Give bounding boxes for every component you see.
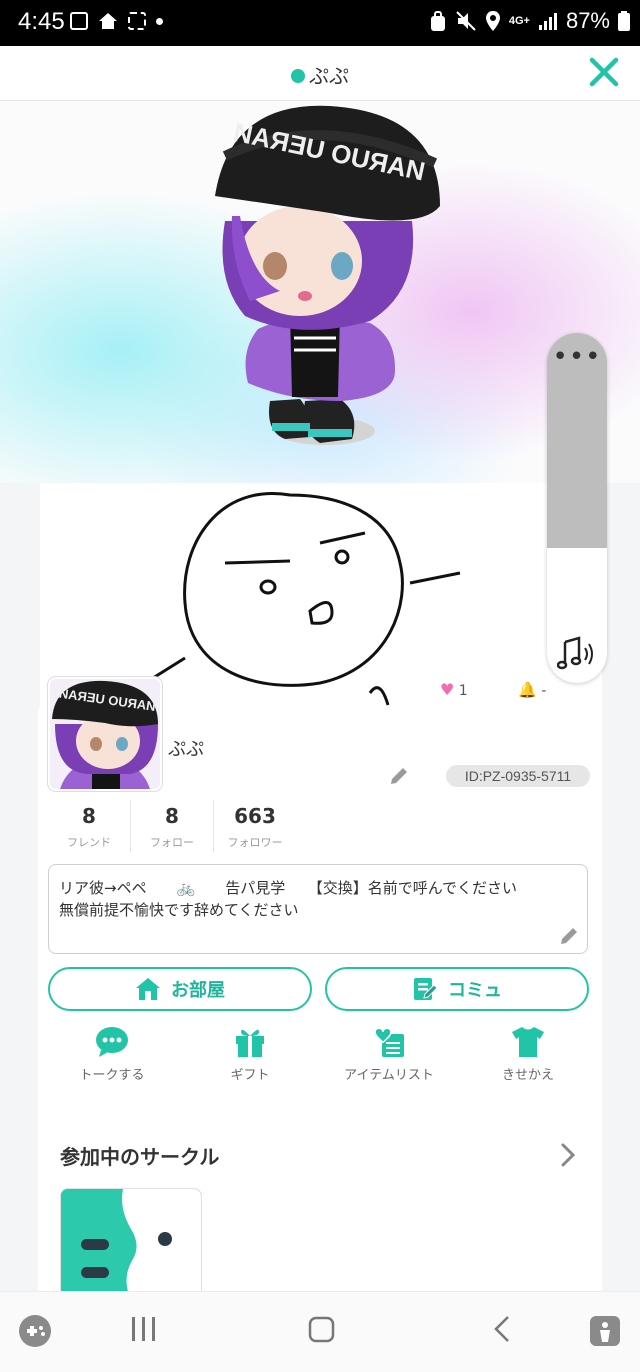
stat-friends[interactable]: 8 フレンド <box>58 804 120 850</box>
heart-icon[interactable]: ♥ <box>440 680 454 699</box>
header-bar: ぷぷ <box>0 46 640 101</box>
bio-line-1: リア彼→ペペ 🚲 告パ見学 【交換】名前で呼んでください <box>59 879 517 897</box>
network-type: 4G+ <box>508 14 530 27</box>
following-label: フォロー <box>150 836 194 849</box>
stat-divider <box>130 800 131 852</box>
chat-icon <box>96 1027 128 1057</box>
status-time: 4:45 <box>18 8 65 35</box>
avatar-character-illustration: NAЯƎU OUЯAN <box>215 105 440 445</box>
bio-line-2: 無償前提不愉快です辞めてください <box>59 901 299 919</box>
status-bar: 4:45 4G+ 87% <box>0 0 640 46</box>
edit-bio-pencil-icon[interactable] <box>558 925 580 947</box>
community-button-label: コミュ <box>448 980 502 1001</box>
edit-name-pencil-icon[interactable] <box>388 765 410 787</box>
more-notifications-icon <box>156 17 163 25</box>
header-title: ぷぷ <box>309 64 349 88</box>
circle-logo-illustration <box>61 1189 201 1299</box>
house-icon <box>136 978 160 1000</box>
accessibility-icon[interactable] <box>588 1314 622 1348</box>
battery-percent: 87% <box>565 8 610 33</box>
gift-action-label: ギフト <box>230 1068 270 1083</box>
circle-card[interactable] <box>60 1188 202 1300</box>
screenshot-icon <box>128 12 146 30</box>
gallery-icon <box>70 12 88 30</box>
chevron-right-icon[interactable] <box>558 1141 578 1169</box>
recent-apps-icon[interactable] <box>130 1314 158 1344</box>
gift-action[interactable]: ギフト <box>190 1026 310 1083</box>
talk-action-label: トークする <box>79 1068 145 1083</box>
music-note-icon[interactable] <box>557 636 597 672</box>
friends-count: 8 <box>82 804 96 828</box>
dressup-action-label: きせかえ <box>501 1068 554 1083</box>
item-list-icon <box>374 1027 404 1057</box>
item-list-action-label: アイテムリスト <box>344 1068 434 1083</box>
community-button[interactable]: コミュ <box>325 967 589 1011</box>
bell-icon[interactable]: 🔔 <box>518 681 537 699</box>
room-button[interactable]: お部屋 <box>48 967 312 1011</box>
tshirt-icon <box>512 1027 544 1057</box>
more-options-icon[interactable]: ••• <box>547 344 607 370</box>
volume-slider-fill[interactable] <box>547 548 607 683</box>
stat-followers[interactable]: 663 フォロワー <box>222 804 288 850</box>
doodle-face-illustration <box>144 492 461 706</box>
stat-following[interactable]: 8 フォロー <box>140 804 204 850</box>
user-id-badge: ID:PZ-0935-5711 <box>446 765 590 787</box>
bell-count: - <box>541 683 547 699</box>
circles-section-title: 参加中のサークル <box>60 1145 220 1169</box>
following-count: 8 <box>165 804 179 828</box>
home-icon <box>98 12 118 30</box>
avatar-thumbnail: NAЯƎU OUЯAN <box>50 679 160 789</box>
room-button-label: お部屋 <box>171 980 225 1001</box>
profile-bio: リア彼→ペペ 🚲 告パ見学 【交換】名前で呼んでください 無償前提不愉快です辞めて… <box>48 864 588 954</box>
online-status-icon <box>291 69 305 83</box>
gift-icon <box>236 1029 264 1057</box>
status-system-icons: 4G+ 87% <box>429 8 630 34</box>
avatar-showcase: NAЯƎU OUЯAN <box>0 101 640 483</box>
location-icon <box>485 11 500 31</box>
talk-action[interactable]: トークする <box>52 1026 172 1083</box>
status-notification-icons <box>70 12 163 30</box>
stat-divider <box>213 800 214 852</box>
friends-label: フレンド <box>67 836 111 849</box>
home-button-icon[interactable] <box>308 1314 336 1344</box>
back-icon[interactable] <box>490 1314 514 1344</box>
followers-label: フォロワー <box>227 836 283 849</box>
system-navigation-bar <box>0 1291 640 1372</box>
like-count: 1 <box>458 683 468 699</box>
signal-icon <box>538 13 557 30</box>
side-control-panel[interactable]: ••• <box>547 333 607 683</box>
followers-count: 663 <box>234 804 276 828</box>
battery-icon <box>618 11 630 31</box>
drawing-reactions: ♥ 1 🔔 - <box>440 680 546 699</box>
community-edit-icon <box>414 978 438 1000</box>
profile-name: ぷぷ <box>168 739 204 760</box>
game-launcher-icon[interactable] <box>18 1314 52 1348</box>
profile-drawing <box>40 483 602 708</box>
avatar[interactable]: NAЯƎU OUЯAN <box>48 677 162 791</box>
recycle-lock-icon <box>430 11 445 31</box>
mute-icon <box>456 11 476 31</box>
dressup-action[interactable]: きせかえ <box>468 1026 588 1083</box>
item-list-action[interactable]: アイテムリスト <box>329 1026 449 1083</box>
close-icon[interactable] <box>584 52 624 92</box>
header-title-wrap: ぷぷ <box>0 60 640 89</box>
